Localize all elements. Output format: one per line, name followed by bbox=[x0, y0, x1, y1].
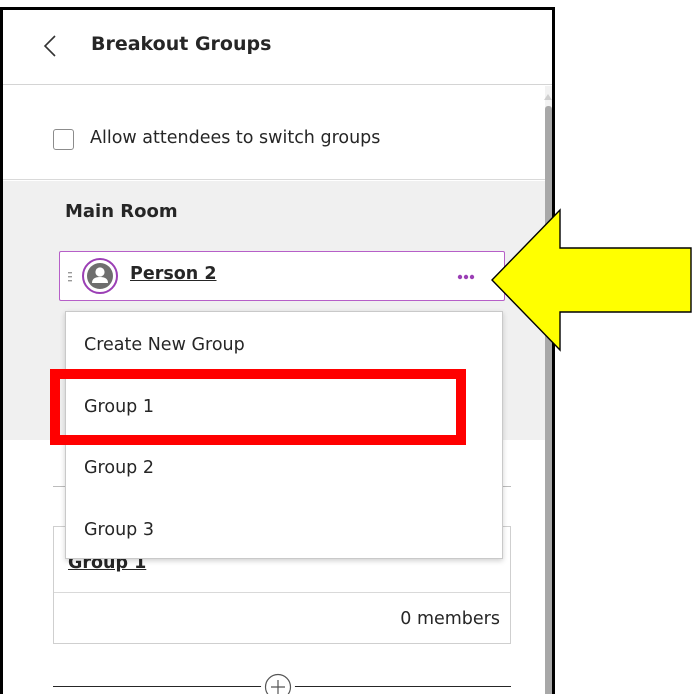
menu-item-create-new-group[interactable]: Create New Group bbox=[66, 314, 502, 376]
main-room-title: Main Room bbox=[65, 201, 178, 222]
chevron-left-icon[interactable] bbox=[39, 30, 63, 62]
attendee-row[interactable]: Person 2 bbox=[59, 251, 505, 301]
group-card-members: 0 members bbox=[400, 609, 500, 629]
more-options-icon[interactable] bbox=[456, 273, 476, 281]
user-icon bbox=[87, 263, 113, 289]
panel-header: Breakout Groups bbox=[3, 10, 552, 85]
attendee-name[interactable]: Person 2 bbox=[130, 264, 217, 284]
menu-item-group-3[interactable]: Group 3 bbox=[66, 499, 502, 561]
page-title: Breakout Groups bbox=[91, 33, 272, 55]
scrollbar-thumb[interactable] bbox=[545, 106, 552, 694]
scroll-up-icon[interactable] bbox=[543, 92, 553, 102]
avatar bbox=[82, 258, 118, 294]
menu-item-group-1[interactable]: Group 1 bbox=[66, 376, 502, 438]
allow-switch-checkbox[interactable] bbox=[53, 129, 74, 150]
move-to-group-menu: Create New Group Group 1 Group 2 Group 3 bbox=[65, 311, 503, 559]
allow-switch-row: Allow attendees to switch groups bbox=[3, 86, 545, 180]
drag-handle-icon[interactable] bbox=[68, 272, 72, 282]
menu-item-group-2[interactable]: Group 2 bbox=[66, 437, 502, 499]
add-group-icon[interactable] bbox=[261, 670, 295, 694]
allow-switch-label: Allow attendees to switch groups bbox=[90, 128, 381, 148]
